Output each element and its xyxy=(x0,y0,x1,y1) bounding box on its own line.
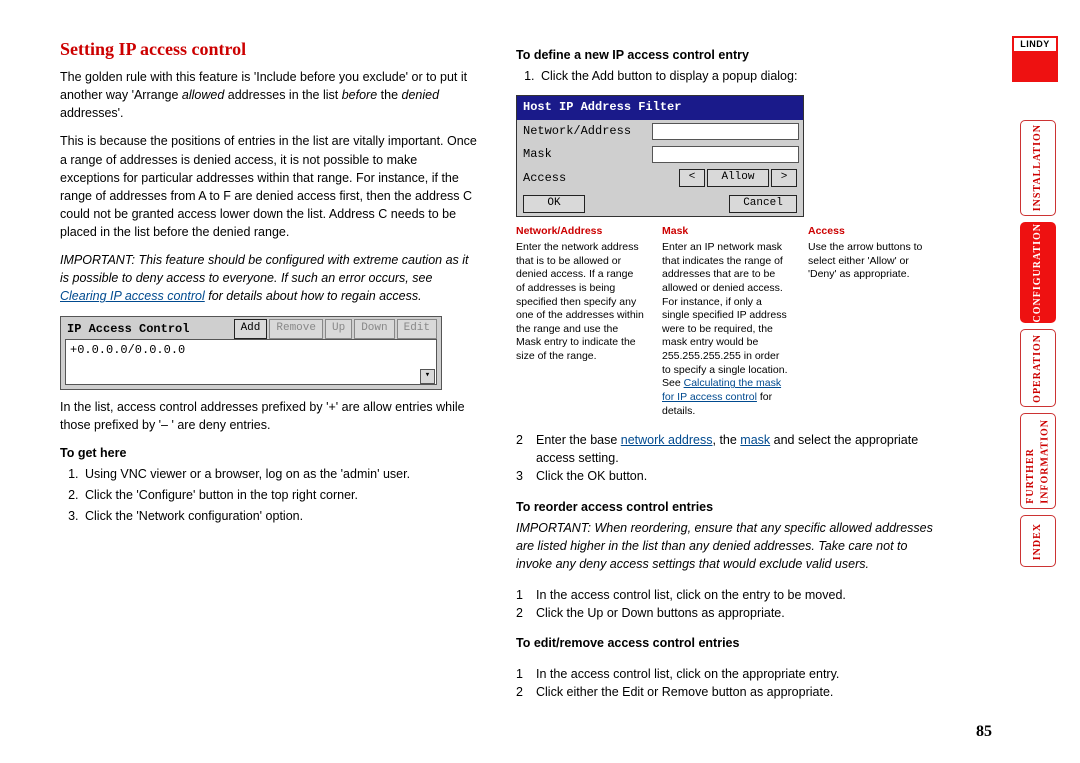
prefix-note: In the list, access control addresses pr… xyxy=(60,398,480,434)
list-item: 1In the access control list, click on th… xyxy=(516,586,936,604)
access-def-heading: Access xyxy=(808,225,936,239)
arrow-left-button[interactable]: < xyxy=(679,169,705,187)
mask-label: Mask xyxy=(517,143,646,166)
mask-link[interactable]: mask xyxy=(740,433,770,447)
arrow-right-button[interactable]: > xyxy=(771,169,797,187)
reorder-note: IMPORTANT: When reordering, ensure that … xyxy=(516,519,936,573)
define-list-1: Click the Add button to display a popup … xyxy=(516,67,936,85)
access-value: Allow xyxy=(707,169,769,187)
right-column: To define a new IP access control entry … xyxy=(516,36,936,714)
list-item: 3Click the OK button. xyxy=(516,467,936,485)
list-item: Click the Add button to display a popup … xyxy=(538,67,936,85)
get-here-list: Using VNC viewer or a browser, log on as… xyxy=(60,465,480,525)
access-list[interactable]: +0.0.0.0/0.0.0.0 xyxy=(65,339,437,385)
tab-configuration[interactable]: CONFIGURATION xyxy=(1020,222,1056,323)
scroll-down-icon[interactable]: ▾ xyxy=(420,369,435,384)
add-button[interactable]: Add xyxy=(234,319,268,339)
cancel-button[interactable]: Cancel xyxy=(729,195,797,213)
intro-para-2: This is because the positions of entries… xyxy=(60,132,480,241)
mask-def-heading: Mask xyxy=(662,225,790,239)
left-column: Setting IP access control The golden rul… xyxy=(60,36,480,714)
down-button[interactable]: Down xyxy=(354,319,394,339)
define-heading: To define a new IP access control entry xyxy=(516,46,936,64)
list-item: Click the 'Configure' button in the top … xyxy=(82,486,480,504)
list-item: 2Click either the Edit or Remove button … xyxy=(516,683,936,701)
field-definitions: Network/Address Enter the network addres… xyxy=(516,225,936,418)
page-title: Setting IP access control xyxy=(60,36,480,62)
reorder-heading: To reorder access control entries xyxy=(516,498,936,516)
ip-access-control-panel: IP Access Control Add Remove Up Down Edi… xyxy=(60,316,442,390)
list-item: Using VNC viewer or a browser, log on as… xyxy=(82,465,480,483)
list-entry: +0.0.0.0/0.0.0.0 xyxy=(70,343,185,357)
ok-button[interactable]: OK xyxy=(523,195,585,213)
tab-further-info[interactable]: FURTHER INFORMATION xyxy=(1020,413,1056,509)
network-label: Network/Address xyxy=(517,120,646,143)
clearing-link[interactable]: Clearing IP access control xyxy=(60,289,205,303)
access-label: Access xyxy=(517,166,646,190)
dialog-title: Host IP Address Filter xyxy=(517,96,803,119)
lindy-logo: LINDY xyxy=(1012,36,1058,82)
edit-button[interactable]: Edit xyxy=(397,319,437,339)
important-note: IMPORTANT: This feature should be config… xyxy=(60,251,480,305)
panel-title: IP Access Control xyxy=(67,321,189,338)
network-address-link[interactable]: network address xyxy=(621,433,713,447)
mask-input[interactable] xyxy=(652,146,799,163)
network-input[interactable] xyxy=(652,123,799,140)
tab-installation[interactable]: INSTALLATION xyxy=(1020,120,1056,216)
reorder-list: 1In the access control list, click on th… xyxy=(516,586,936,622)
page-number: 85 xyxy=(976,720,992,743)
list-item: 2Enter the base network address, the mas… xyxy=(516,431,936,467)
net-def-text: Enter the network address that is to be … xyxy=(516,241,644,362)
intro-para-1: The golden rule with this feature is 'In… xyxy=(60,68,480,122)
tab-operation[interactable]: OPERATION xyxy=(1020,329,1056,407)
net-def-heading: Network/Address xyxy=(516,225,644,239)
list-item: Click the 'Network configuration' option… xyxy=(82,507,480,525)
side-nav: LINDY INSTALLATION CONFIGURATION OPERATI… xyxy=(1012,36,1062,567)
get-here-heading: To get here xyxy=(60,444,480,462)
define-list-2: 2Enter the base network address, the mas… xyxy=(516,431,936,485)
access-def-text: Use the arrow buttons to select either '… xyxy=(808,241,922,280)
edit-heading: To edit/remove access control entries xyxy=(516,634,936,652)
remove-button[interactable]: Remove xyxy=(269,319,323,339)
list-item: 2Click the Up or Down buttons as appropr… xyxy=(516,604,936,622)
edit-list: 1In the access control list, click on th… xyxy=(516,665,936,701)
tab-index[interactable]: INDEX xyxy=(1020,515,1056,567)
up-button[interactable]: Up xyxy=(325,319,352,339)
host-ip-dialog: Host IP Address Filter Network/Address M… xyxy=(516,95,804,217)
list-item: 1In the access control list, click on th… xyxy=(516,665,936,683)
